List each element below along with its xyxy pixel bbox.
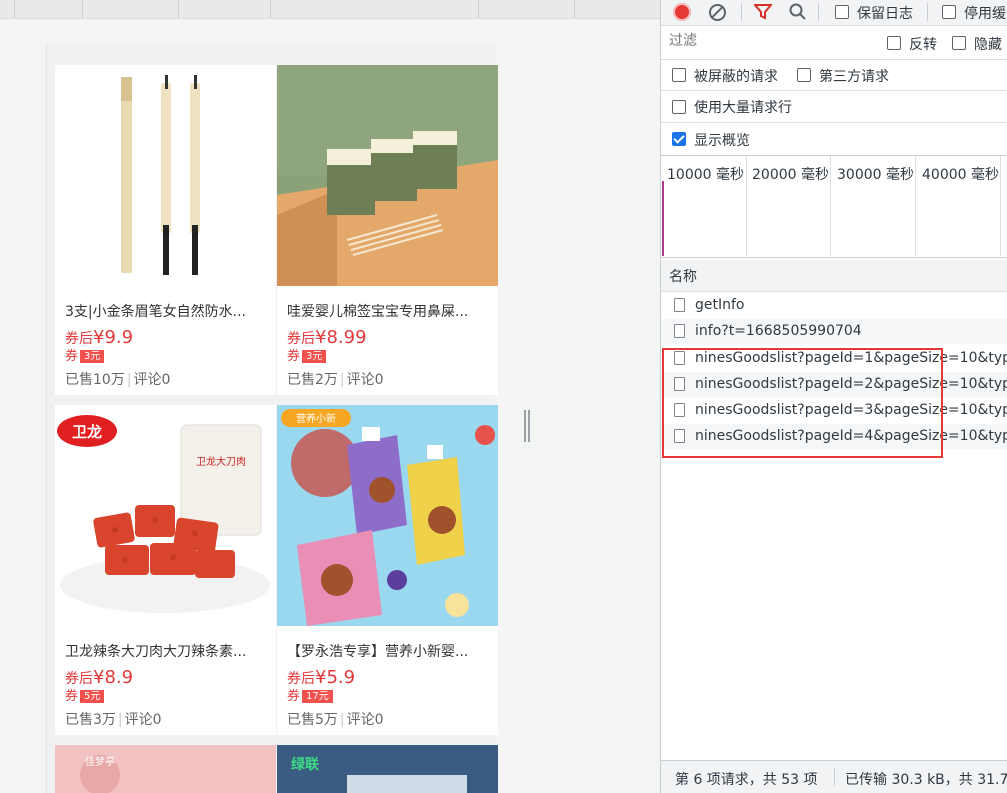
timeline-tick: 30000 毫秒 xyxy=(831,156,916,256)
third-party-checkbox[interactable] xyxy=(797,67,811,83)
product-title[interactable]: 【罗永浩专享】营养小新婴... xyxy=(287,641,492,661)
product-price: 券后¥5.9 xyxy=(287,667,356,688)
bottom-right-brand-text: 绿联 xyxy=(291,756,320,773)
weilong-logo-text: 卫龙 xyxy=(72,423,102,441)
disable-cache-label: 停用缓 xyxy=(964,6,1006,22)
page-preview: 3支|小金条眉笔女自然防水... 券后¥9.9 券3元 已售10万|评论0 xyxy=(0,0,660,793)
show-overview-option: 显示概览 xyxy=(661,123,1007,155)
top-tab-strip xyxy=(0,0,660,19)
disable-cache-checkbox[interactable] xyxy=(942,4,956,20)
product-image-cotton-swabs[interactable] xyxy=(277,65,498,286)
product-price: 券后¥8.9 xyxy=(65,667,134,688)
weilong-pack-text: 卫龙大刀肉 xyxy=(196,455,246,468)
timeline-tick: 10000 毫秒 xyxy=(661,156,747,256)
record-button[interactable] xyxy=(673,3,691,21)
filter-bar: 反转 隐藏 xyxy=(661,26,1007,60)
clear-icon[interactable] xyxy=(709,4,726,21)
sales-info: 已售10万 | 评论0 xyxy=(65,372,171,388)
product-image-eyebrow-pencil[interactable] xyxy=(55,65,276,286)
invert-checkbox[interactable] xyxy=(887,35,901,51)
network-toolbar: 保留日志 停用缓 xyxy=(661,0,1007,26)
overview-timeline[interactable]: 10000 毫秒 20000 毫秒 30000 毫秒 40000 毫秒 xyxy=(661,155,1007,258)
sales-info: 已售5万 | 评论0 xyxy=(287,712,384,728)
invert-label: 反转 xyxy=(909,37,937,53)
preserve-log-label: 保留日志 xyxy=(857,6,913,22)
name-column-header[interactable]: 名称 xyxy=(669,266,697,286)
timeline-tick: 40000 毫秒 xyxy=(916,156,1001,256)
show-overview-label: 显示概览 xyxy=(694,133,750,149)
product-image-partial[interactable]: 绿联 xyxy=(277,745,498,793)
bottom-left-brand-text: 佳梦亭 xyxy=(85,755,115,768)
product-card[interactable]: 卫龙 卫龙大刀肉 卫龙辣条大刀肉大刀辣条素... 券后¥8.9 券 5元 已售3… xyxy=(55,405,276,735)
devtools-network-panel: 保留日志 停用缓 反转 隐藏 被屏蔽的请求 第三方请求 使用大量请求行 显示概览… xyxy=(660,0,1007,793)
request-count: 第 6 项请求，共 53 项 xyxy=(675,772,818,788)
coupon-badge: 券 17元 xyxy=(287,690,333,704)
product-title[interactable]: 卫龙辣条大刀肉大刀辣条素... xyxy=(65,641,270,661)
product-card[interactable]: 绿联 xyxy=(277,745,498,793)
brand-badge-text: 营养小新 xyxy=(296,412,336,425)
coupon-badge: 券 5元 xyxy=(65,690,105,704)
large-rows-checkbox[interactable] xyxy=(672,99,686,115)
product-price: 券后¥9.9 xyxy=(65,327,134,348)
sales-info: 已售3万 | 评论0 xyxy=(65,712,162,728)
request-row[interactable]: getInfo xyxy=(661,293,1007,318)
network-status-bar: 第 6 项请求，共 53 项 已传输 30.3 kB，共 31.7 xyxy=(661,760,1007,793)
filter-icon[interactable] xyxy=(752,4,774,24)
show-overview-checkbox[interactable] xyxy=(672,131,686,147)
product-card[interactable]: 3支|小金条眉笔女自然防水... 券后¥9.9 券 3元 已售10万 | 评论0 xyxy=(55,65,276,395)
preserve-log-checkbox[interactable] xyxy=(835,4,849,20)
product-grid[interactable]: 3支|小金条眉笔女自然防水... 券后¥9.9 券3元 已售10万|评论0 xyxy=(46,44,517,793)
document-icon xyxy=(674,324,685,338)
large-rows-option: 使用大量请求行 xyxy=(661,91,1007,123)
blocked-requests-label: 被屏蔽的请求 xyxy=(694,69,778,85)
product-card[interactable]: 佳梦亭 xyxy=(55,745,276,793)
transfer-size: 已传输 30.3 kB，共 31.7 xyxy=(845,772,1007,788)
document-icon xyxy=(674,298,685,312)
third-party-label: 第三方请求 xyxy=(819,69,889,85)
coupon-badge: 券 3元 xyxy=(287,350,327,364)
product-card[interactable]: 哇爱婴儿棉签宝宝专用鼻屎... 券后¥8.99 券 3元 已售2万 | 评论0 xyxy=(277,65,498,395)
search-icon[interactable] xyxy=(789,3,807,25)
hide-data-urls-checkbox[interactable] xyxy=(952,35,966,51)
request-type-options: 被屏蔽的请求 第三方请求 xyxy=(661,60,1007,91)
coupon-badge: 券 3元 xyxy=(65,350,105,364)
sales-info: 已售2万 | 评论0 xyxy=(287,372,384,388)
product-title[interactable]: 3支|小金条眉笔女自然防水... xyxy=(65,301,270,321)
highlight-annotation-box xyxy=(662,348,943,458)
timeline-tick: 20000 毫秒 xyxy=(746,156,831,256)
product-card[interactable]: 营养小新 【罗永浩专享】营养小新婴... 券后¥5.9 券 17元 已售5万 | 评 xyxy=(277,405,498,735)
request-row[interactable]: info?t=1668505990704 xyxy=(661,319,1007,344)
requests-table-header: 名称 xyxy=(661,260,1007,292)
large-rows-label: 使用大量请求行 xyxy=(694,100,792,116)
filter-input[interactable] xyxy=(667,31,873,51)
product-price: 券后¥8.99 xyxy=(287,327,367,348)
hide-data-urls-label: 隐藏 xyxy=(974,37,1002,53)
product-image-fruit-puree[interactable]: 营养小新 xyxy=(277,405,498,626)
product-image-partial[interactable]: 佳梦亭 xyxy=(55,745,276,793)
blocked-requests-checkbox[interactable] xyxy=(672,67,686,83)
product-title[interactable]: 哇爱婴儿棉签宝宝专用鼻屎... xyxy=(287,301,492,321)
product-image-spicy-strips[interactable]: 卫龙 卫龙大刀肉 xyxy=(55,405,276,626)
panel-resize-handle[interactable] xyxy=(524,410,530,442)
